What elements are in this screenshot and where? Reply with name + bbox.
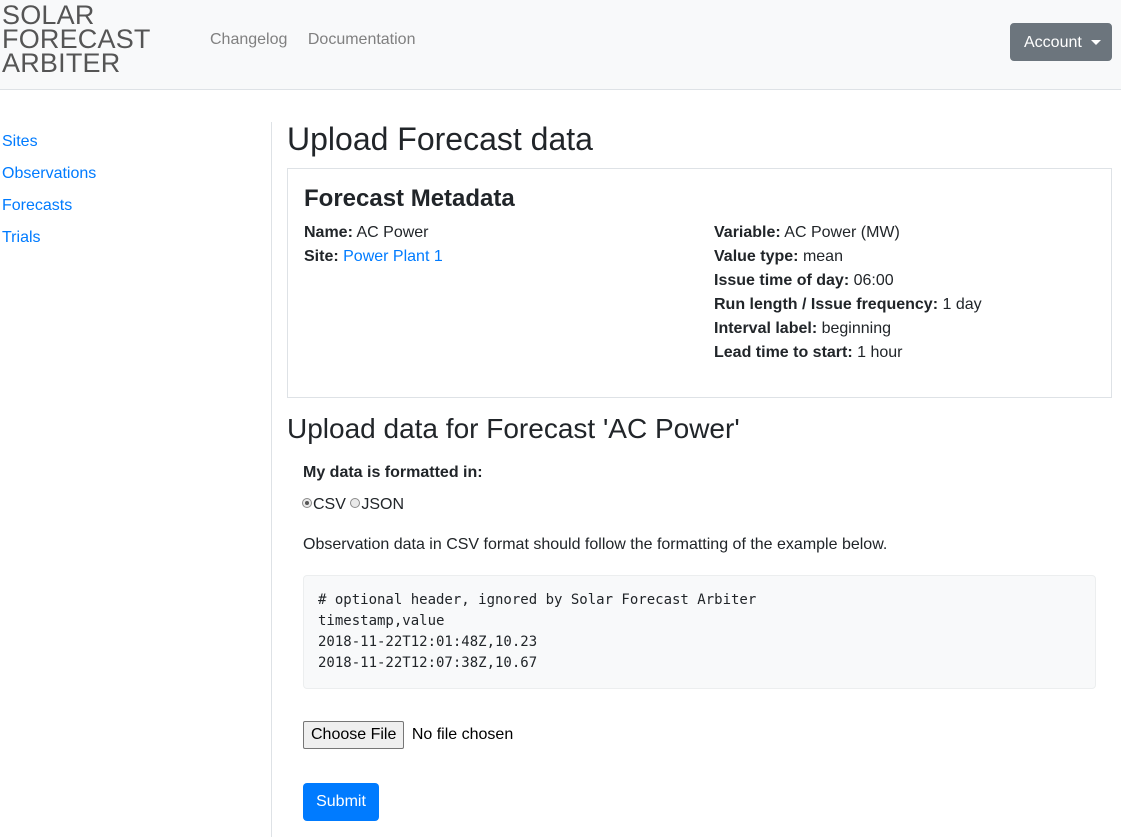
- format-option-csv[interactable]: CSV: [302, 496, 346, 514]
- code-line: timestamp,value: [318, 613, 445, 629]
- sidebar-divider: [271, 122, 272, 837]
- value-type-value: mean: [802, 248, 843, 265]
- top-navbar: SOLAR FORECAST ARBITER Changelog Documen…: [0, 0, 1121, 90]
- caret-down-icon: [1091, 40, 1101, 45]
- choose-file-button[interactable]: Choose File: [303, 721, 405, 749]
- sidebar-item-observations[interactable]: Observations: [2, 158, 96, 190]
- sidebar-item-trials[interactable]: Trials: [2, 222, 96, 254]
- lead-time-label: Lead time to start:: [714, 344, 853, 361]
- variable-label: Variable:: [714, 224, 781, 241]
- issue-time-value: 06:00: [853, 272, 894, 289]
- variable-value: AC Power (MW): [784, 224, 900, 241]
- sidebar-item-forecasts[interactable]: Forecasts: [2, 190, 96, 222]
- file-input: Choose File No file chosen: [303, 721, 513, 749]
- metadata-value-type-row: Value type: mean: [714, 245, 982, 269]
- upload-heading: Upload data for Forecast 'AC Power': [287, 413, 740, 444]
- metadata-left-column: Name: AC Power Site: Power Plant 1: [304, 221, 443, 269]
- page-title: Upload Forecast data: [287, 121, 593, 157]
- issue-time-label: Issue time of day:: [714, 272, 850, 289]
- code-line: # optional header, ignored by Solar Fore…: [318, 592, 757, 608]
- metadata-heading: Forecast Metadata: [304, 185, 515, 212]
- metadata-name-row: Name: AC Power: [304, 221, 443, 245]
- metadata-interval-label-row: Interval label: beginning: [714, 317, 982, 341]
- value-type-label: Value type:: [714, 248, 799, 265]
- account-button-label: Account: [1024, 34, 1082, 51]
- code-line: 2018-11-22T12:01:48Z,10.23: [318, 634, 538, 650]
- format-radio-group: CSV JSON: [302, 496, 404, 514]
- metadata-issue-time-row: Issue time of day: 06:00: [714, 269, 982, 293]
- code-line: 2018-11-22T12:07:38Z,10.67: [318, 655, 538, 671]
- metadata-variable-row: Variable: AC Power (MW): [714, 221, 982, 245]
- nav-links: Changelog Documentation: [210, 31, 431, 49]
- interval-label-label: Interval label:: [714, 320, 818, 337]
- submit-button[interactable]: Submit: [303, 783, 379, 821]
- csv-radio[interactable]: [302, 498, 312, 509]
- name-value: AC Power: [356, 224, 429, 241]
- nav-link-changelog[interactable]: Changelog: [210, 31, 287, 48]
- nav-link-documentation[interactable]: Documentation: [308, 31, 416, 48]
- site-link[interactable]: Power Plant 1: [343, 248, 443, 265]
- interval-label-value: beginning: [821, 320, 892, 337]
- json-radio-label[interactable]: JSON: [361, 496, 404, 513]
- forecast-metadata-card: Forecast Metadata Name: AC Power Site: P…: [287, 168, 1112, 398]
- run-length-value: 1 day: [942, 296, 982, 313]
- metadata-lead-time-row: Lead time to start: 1 hour: [714, 341, 982, 365]
- sidebar-item-sites[interactable]: Sites: [2, 126, 96, 158]
- lead-time-value: 1 hour: [857, 344, 903, 361]
- format-label: My data is formatted in:: [303, 464, 483, 481]
- file-status-text: No file chosen: [411, 726, 514, 743]
- csv-example-code: # optional header, ignored by Solar Fore…: [303, 575, 1096, 689]
- metadata-right-column: Variable: AC Power (MW) Value type: mean…: [714, 221, 982, 365]
- site-label: Site:: [304, 248, 339, 265]
- format-help-text: Observation data in CSV format should fo…: [303, 536, 888, 553]
- sidebar: Sites Observations Forecasts Trials: [2, 126, 96, 254]
- name-label: Name:: [304, 224, 353, 241]
- brand-logo[interactable]: SOLAR FORECAST ARBITER: [2, 2, 172, 77]
- format-option-json[interactable]: JSON: [350, 496, 404, 514]
- csv-radio-label[interactable]: CSV: [313, 496, 346, 513]
- metadata-site-row: Site: Power Plant 1: [304, 245, 443, 269]
- account-dropdown-button[interactable]: Account: [1010, 23, 1112, 61]
- run-length-label: Run length / Issue frequency:: [714, 296, 939, 313]
- json-radio[interactable]: [350, 498, 361, 509]
- metadata-run-length-row: Run length / Issue frequency: 1 day: [714, 293, 982, 317]
